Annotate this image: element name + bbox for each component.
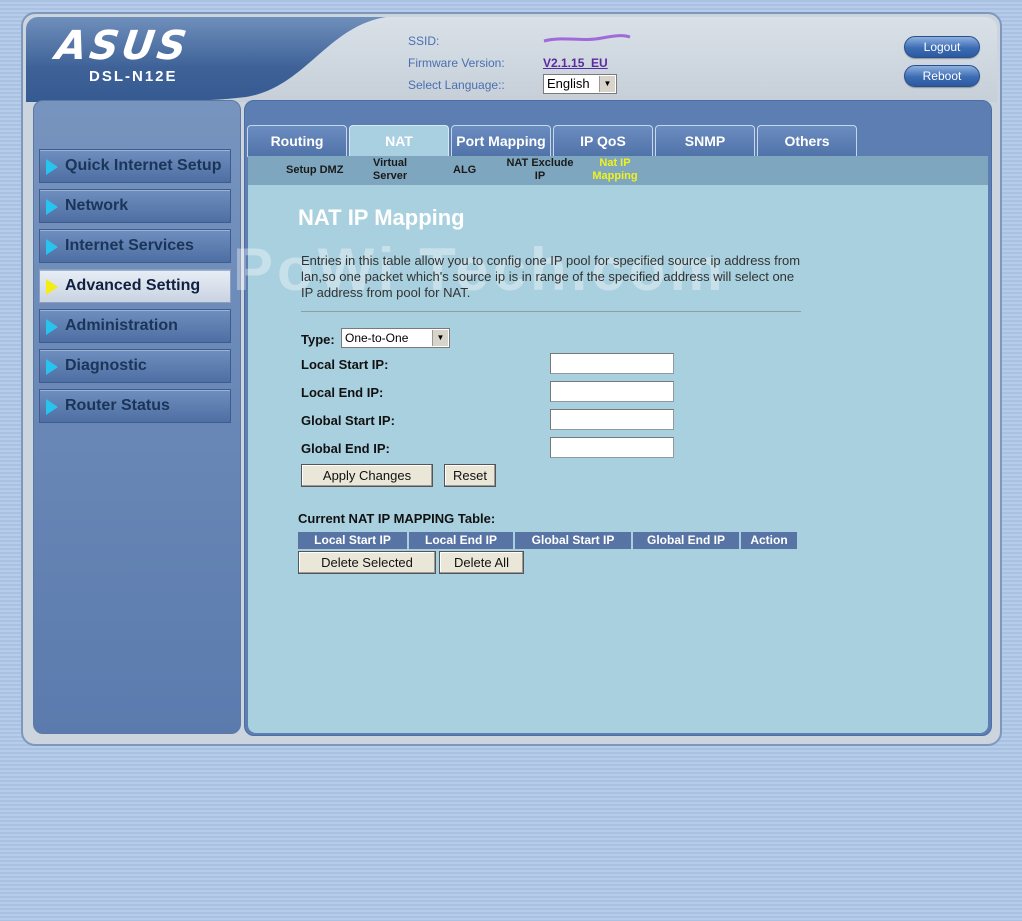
type-select[interactable]: One-to-One ▼ [341,328,450,348]
sidebar-item-label: Quick Internet Setup [65,157,222,174]
reset-button[interactable]: Reset [444,464,496,487]
global-end-ip-label: Global End IP: [301,441,390,456]
sidebar-item-advanced-setting[interactable]: Advanced Setting [39,269,231,303]
model-name: DSL-N12E [89,68,178,85]
language-label: Select Language:: [408,78,505,92]
chevron-down-icon[interactable]: ▼ [432,330,448,346]
chevron-down-icon[interactable]: ▼ [599,76,615,92]
arrow-icon [46,359,58,375]
arrow-icon [46,199,58,215]
tab-routing[interactable]: Routing [247,125,347,157]
sidebar-item-label: Advanced Setting [65,277,201,294]
column-header-local-end-ip: Local End IP [409,532,515,549]
column-header-action: Action [741,532,797,549]
arrow-icon [46,239,58,255]
sidebar-item-label: Administration [65,317,178,334]
subtab-nat-exclude-ip[interactable]: NAT Exclude IP [504,157,576,183]
tab-ip-qos[interactable]: IP QoS [553,125,653,157]
content-area: PoWi Tech.com NAT IP Mapping Entries in … [233,185,988,733]
column-header-local-start-ip: Local Start IP [298,532,409,549]
arrow-icon [46,279,58,295]
sidebar-item-diagnostic[interactable]: Diagnostic [39,349,231,383]
logout-button[interactable]: Logout [904,36,980,58]
sidebar-item-quick-internet-setup[interactable]: Quick Internet Setup [39,149,231,183]
tab-others[interactable]: Others [757,125,857,157]
sidebar-item-internet-services[interactable]: Internet Services [39,229,231,263]
table-title: Current NAT IP MAPPING Table: [298,511,496,526]
column-header-global-end-ip: Global End IP [633,532,741,549]
type-value: One-to-One [345,331,409,345]
type-label: Type: [301,332,335,347]
tab-nat[interactable]: NAT [349,125,449,157]
subtab-bar: Setup DMZ Virtual Server ALG NAT Exclude… [248,156,988,188]
ssid-value-scribble [543,34,631,43]
global-start-ip-input[interactable] [550,409,674,430]
sidebar-item-router-status[interactable]: Router Status [39,389,231,423]
sidebar-item-label: Internet Services [65,237,194,254]
router-frame: ASUS DSL-N12E SSID: Firmware Version: V2… [21,12,1002,746]
language-select[interactable]: English ▼ [543,74,617,94]
local-start-ip-input[interactable] [550,353,674,374]
local-start-ip-label: Local Start IP: [301,357,389,372]
delete-selected-button[interactable]: Delete Selected [298,551,436,574]
firmware-label: Firmware Version: [408,56,505,70]
asus-logo: ASUS [52,23,193,69]
global-start-ip-label: Global Start IP: [301,413,395,428]
page-title: NAT IP Mapping [298,205,465,230]
local-end-ip-input[interactable] [550,381,674,402]
reboot-button[interactable]: Reboot [904,65,980,87]
firmware-version-link[interactable]: V2.1.15_EU [543,56,608,70]
sidebar: Quick Internet Setup Network Internet Se… [33,100,241,734]
arrow-icon [46,399,58,415]
language-value: English [547,76,590,91]
apply-changes-button[interactable]: Apply Changes [301,464,433,487]
subtab-nat-ip-mapping[interactable]: Nat IP Mapping [588,157,642,183]
sidebar-item-label: Network [65,197,129,214]
tab-port-mapping[interactable]: Port Mapping [451,125,551,157]
page-description: Entries in this table allow you to confi… [301,253,801,300]
global-end-ip-input[interactable] [550,437,674,458]
local-end-ip-label: Local End IP: [301,385,384,400]
tab-snmp[interactable]: SNMP [655,125,755,157]
sidebar-item-network[interactable]: Network [39,189,231,223]
sidebar-item-label: Router Status [65,397,170,414]
sidebar-item-label: Diagnostic [65,357,147,374]
main-panel: Routing NAT Port Mapping IP QoS SNMP Oth… [233,100,992,736]
ssid-label: SSID: [408,34,440,48]
delete-all-button[interactable]: Delete All [439,551,524,574]
subtab-alg[interactable]: ALG [453,164,476,177]
column-header-global-start-ip: Global Start IP [515,532,633,549]
subtab-setup-dmz[interactable]: Setup DMZ [286,164,343,177]
arrow-icon [46,159,58,175]
sidebar-item-administration[interactable]: Administration [39,309,231,343]
arrow-icon [46,319,58,335]
header-bar: ASUS DSL-N12E SSID: Firmware Version: V2… [26,17,997,102]
divider [301,311,801,312]
subtab-virtual-server[interactable]: Virtual Server [370,157,410,183]
